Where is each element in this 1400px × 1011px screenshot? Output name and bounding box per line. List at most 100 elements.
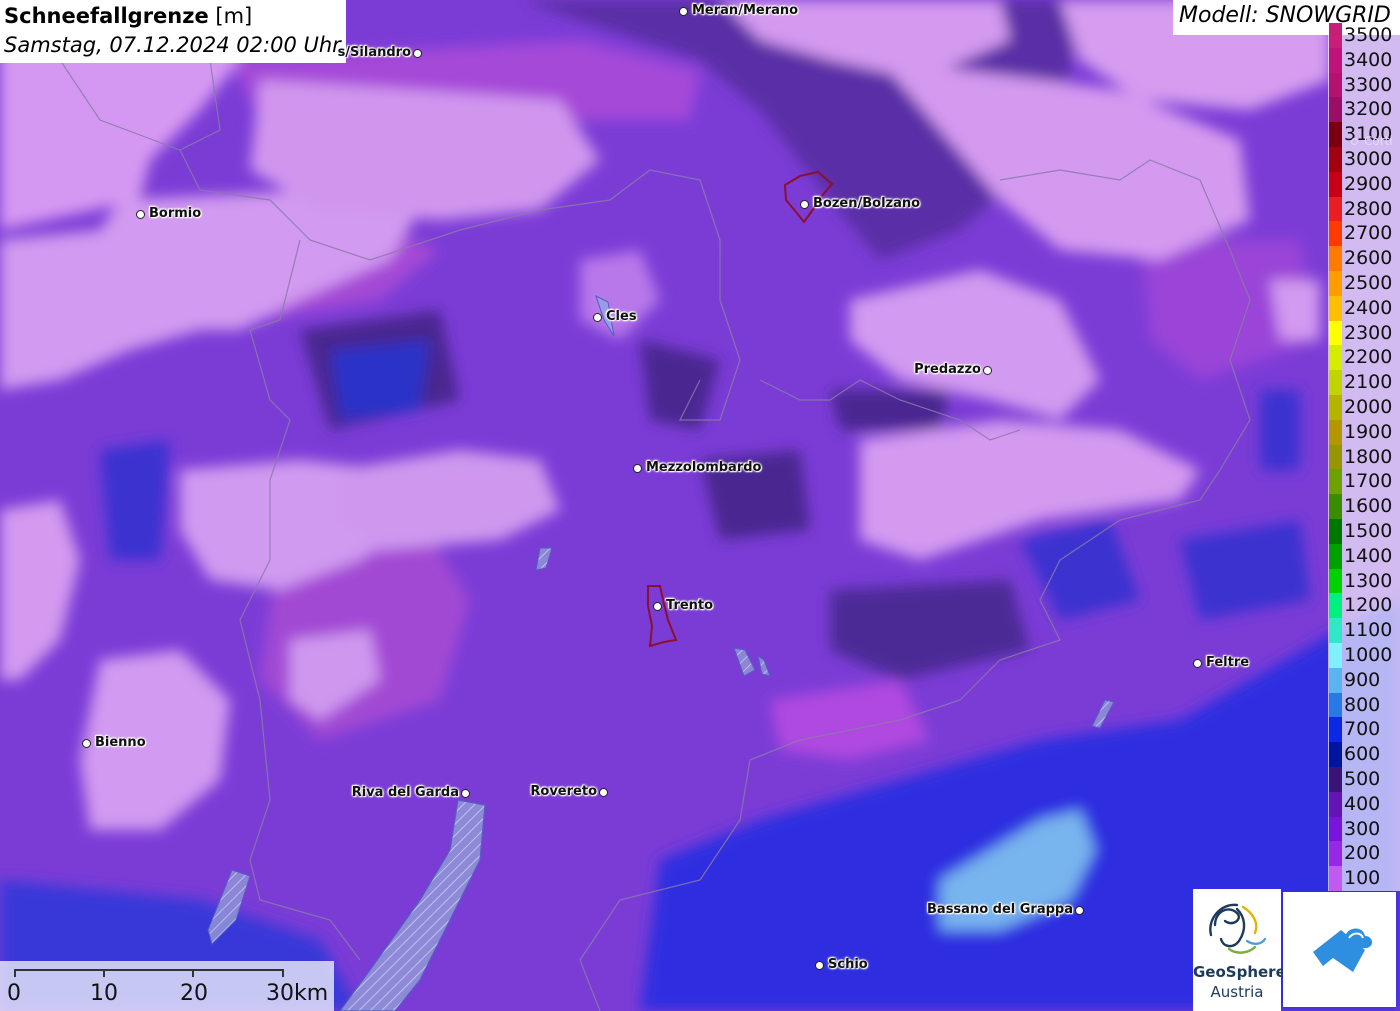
legend-swatch [1329, 494, 1342, 519]
legend-swatch [1329, 295, 1342, 321]
legend-row: 2300 [1328, 320, 1400, 346]
city-dot-icon [1075, 906, 1084, 915]
legend-row: 1000 [1328, 643, 1400, 668]
legend-row: 2900 [1328, 171, 1400, 197]
legend-swatch [1329, 866, 1342, 891]
legend-row: 400 [1328, 791, 1400, 817]
legend-row: 1600 [1328, 494, 1400, 519]
legend-row: 3000 [1328, 147, 1400, 172]
scale-label-20: 20 [180, 981, 208, 1006]
city-label: Mezzolombardo [646, 460, 762, 475]
legend-label: 2000 [1344, 396, 1393, 418]
legend-label: 2200 [1344, 346, 1393, 369]
map-datetime: Samstag, 07.12.2024 02:00 Uhr [4, 33, 341, 57]
legend-swatch [1329, 618, 1342, 643]
map-title: Schneefallgrenze [m] [4, 2, 342, 31]
legend-label: 1000 [1344, 644, 1393, 666]
legend-label: 1500 [1344, 520, 1393, 542]
legend-label: 900 [1344, 668, 1381, 691]
legend-row: 1500 [1328, 519, 1400, 544]
legend-label: 2800 [1344, 197, 1393, 220]
legend-swatch [1329, 419, 1342, 445]
legend-row: 1700 [1328, 469, 1400, 495]
legend-label: 2400 [1344, 296, 1393, 319]
legend-row: 2100 [1328, 370, 1400, 395]
city-dot-icon [461, 789, 470, 798]
title-main: Schneefallgrenze [4, 4, 209, 28]
legend-row: 3500 [1328, 23, 1400, 48]
city-label: Riva del Garda [351, 785, 459, 800]
city-label: Cles [606, 309, 637, 324]
city-label: Feltre [1206, 655, 1250, 670]
legend-row: 1900 [1328, 419, 1400, 445]
legend-label: 3300 [1344, 73, 1393, 96]
scale-tick [282, 969, 284, 977]
scale-label-0: 0 [7, 981, 21, 1006]
legend-label: 1600 [1344, 495, 1393, 518]
city-dot-icon [800, 200, 809, 209]
legend-row: 3300 [1328, 72, 1400, 98]
legend-label: 800 [1344, 693, 1381, 716]
legend-swatch [1329, 271, 1342, 296]
legend-swatch [1329, 841, 1342, 867]
color-legend: 3500 3400 3300 3200 3100 3000 2900 2800 2700 2600… [1328, 23, 1400, 891]
legend-swatch [1329, 593, 1342, 619]
geosphere-logo[interactable]: GeoSphere Austria [1193, 889, 1286, 1011]
legend-swatch [1329, 667, 1342, 693]
legend-row: 200 [1328, 841, 1400, 867]
legend-label: 1200 [1344, 594, 1393, 617]
legend-label: 2900 [1344, 172, 1393, 195]
legend-row: 2000 [1328, 395, 1400, 420]
legend-label: 600 [1344, 743, 1381, 766]
logo-line2: Austria [1210, 983, 1264, 1001]
city-label: Bassano del Grappa [927, 902, 1073, 917]
legend-label: 3200 [1344, 98, 1393, 121]
legend-label: 3400 [1344, 48, 1393, 71]
legend-row: 1200 [1328, 593, 1400, 619]
app-logo[interactable] [1283, 892, 1396, 1007]
city-label: Predazzo [914, 362, 981, 377]
scale-label-30km: 30km [266, 981, 329, 1006]
city-dot-icon [1351, 138, 1358, 145]
city-label: Bormio [149, 206, 202, 221]
legend-row: 600 [1328, 742, 1400, 767]
legend-row: 1800 [1328, 444, 1400, 470]
legend-swatch [1329, 72, 1342, 98]
legend-label: 2300 [1344, 321, 1393, 344]
legend-label: 200 [1344, 842, 1381, 865]
logo-line1: GeoSphere [1193, 963, 1286, 981]
legend-row: 100 [1328, 866, 1400, 891]
legend-label: 2100 [1344, 371, 1393, 394]
legend-row: 1300 [1328, 568, 1400, 594]
legend-row: 800 [1328, 692, 1400, 718]
city-label: Rovereto [530, 784, 597, 799]
legend-row: 2400 [1328, 295, 1400, 321]
legend-swatch [1329, 221, 1342, 247]
legend-label: 1400 [1344, 544, 1393, 567]
legend-label: 1700 [1344, 470, 1393, 493]
city-dot-icon [679, 7, 688, 16]
legend-swatch [1329, 816, 1342, 842]
city-label: Trento [666, 598, 714, 613]
legend-swatch [1329, 320, 1342, 346]
legend-row: 2200 [1328, 345, 1400, 371]
scale-tick [14, 969, 16, 977]
legend-label: 300 [1344, 817, 1381, 840]
legend-row: 2700 [1328, 221, 1400, 247]
scale-label-10: 10 [90, 981, 118, 1006]
legend-swatch [1329, 246, 1342, 271]
legend-row: 2800 [1328, 196, 1400, 222]
legend-label: 700 [1344, 718, 1381, 741]
legend-swatch [1329, 395, 1342, 420]
legend-row: 1100 [1328, 618, 1400, 643]
legend-row: 2500 [1328, 271, 1400, 296]
city-label: Schio [828, 957, 868, 972]
legend-row: 3200 [1328, 97, 1400, 123]
legend-swatch [1329, 196, 1342, 222]
legend-swatch [1329, 543, 1342, 569]
legend-swatch [1329, 97, 1342, 123]
legend-swatch [1329, 717, 1342, 743]
legend-swatch [1329, 444, 1342, 470]
city-dot-icon [815, 961, 824, 970]
legend-label: 3000 [1344, 148, 1393, 170]
